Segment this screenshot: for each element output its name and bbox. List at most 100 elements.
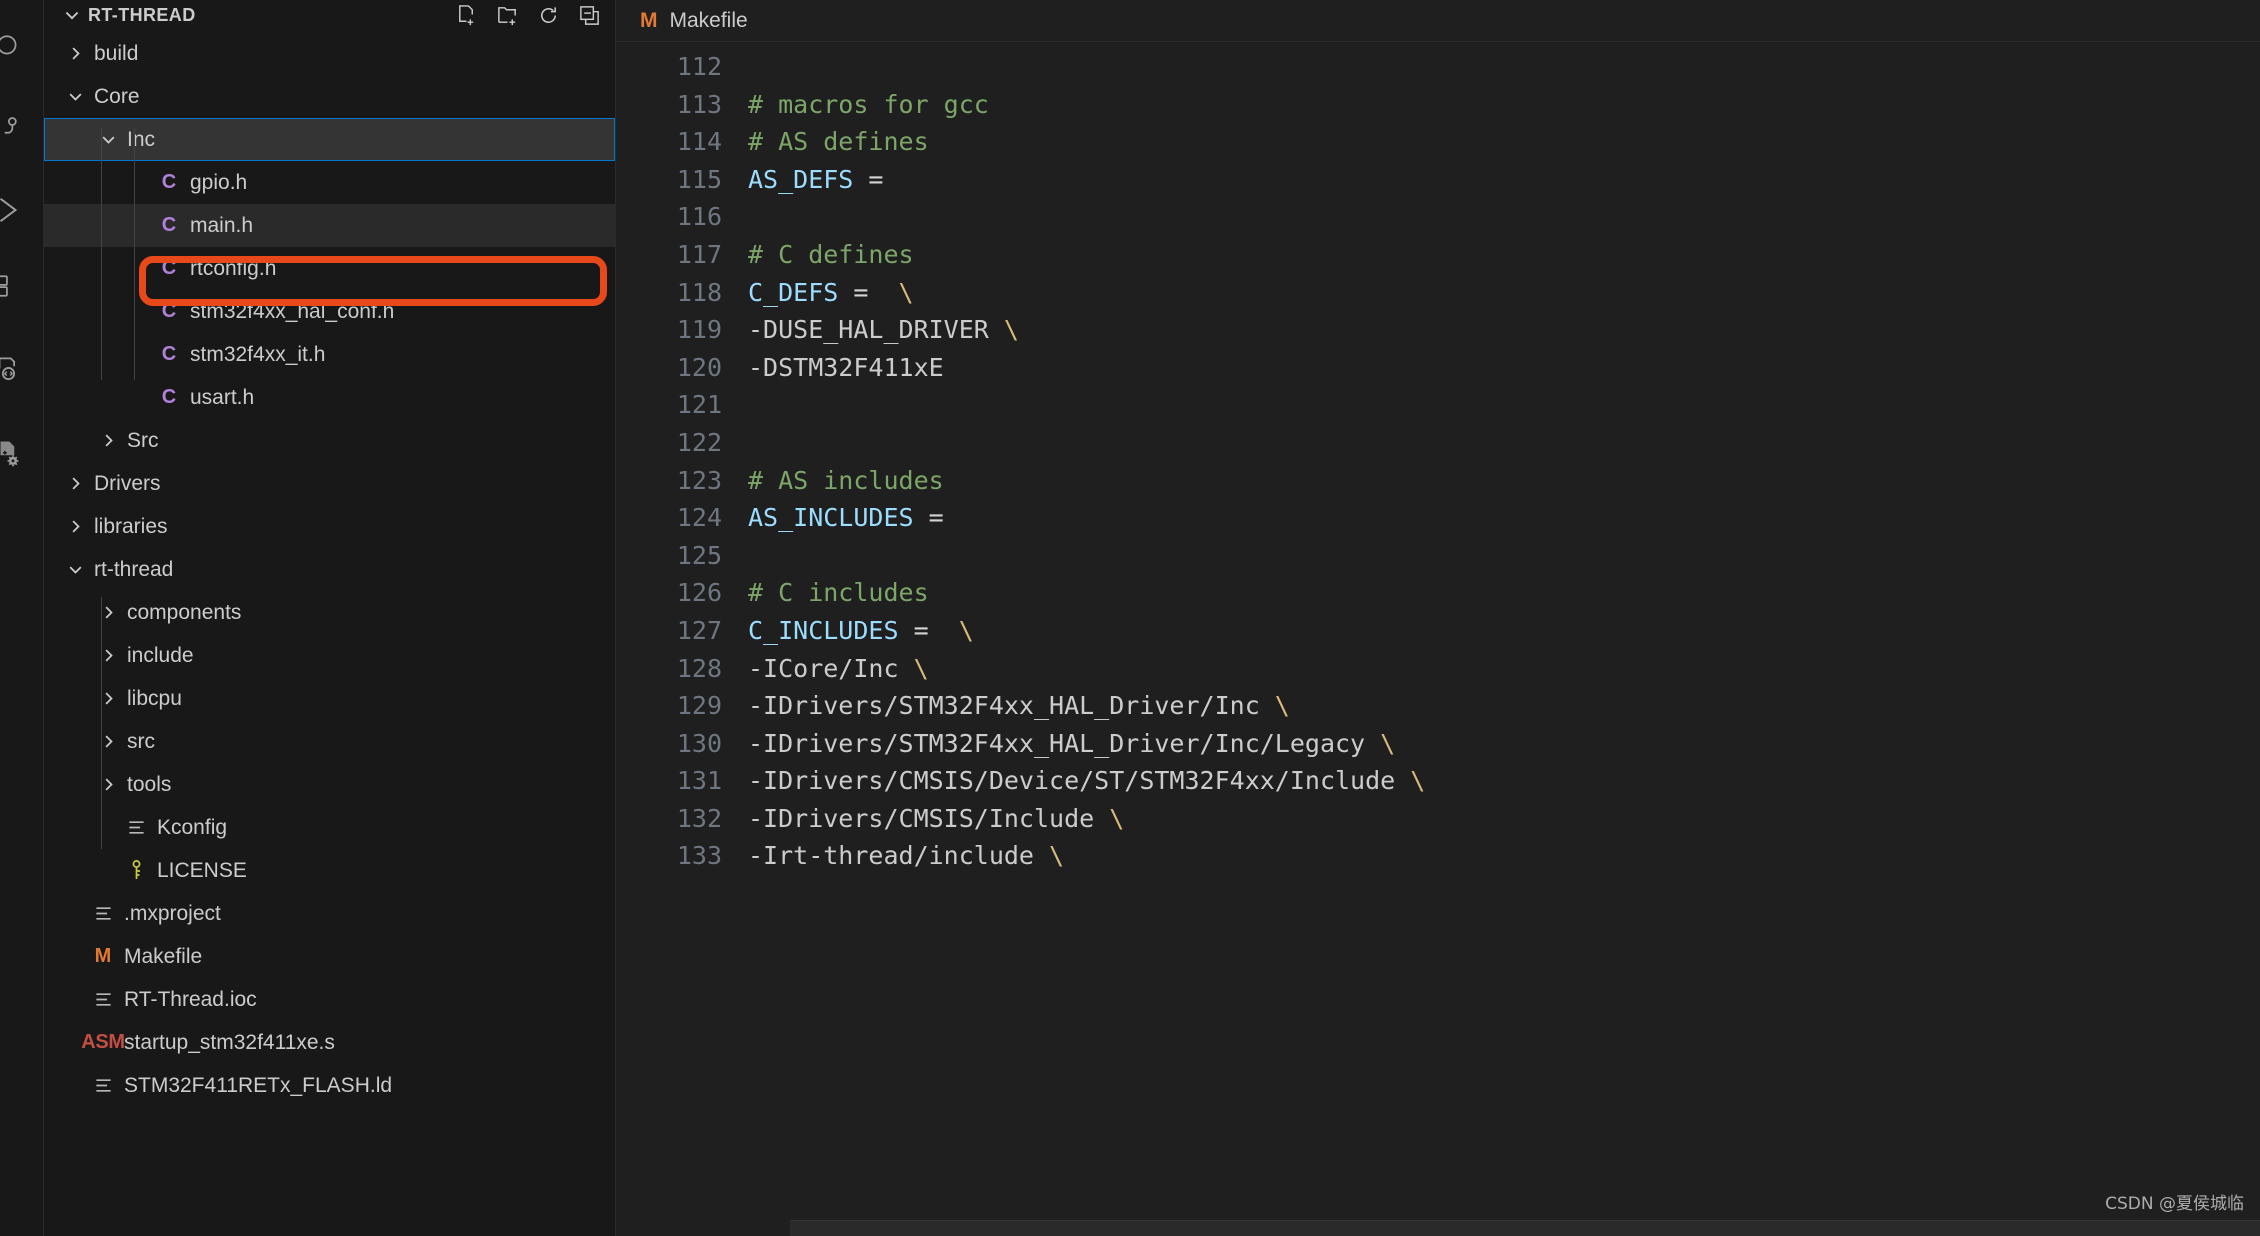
run-debug-icon[interactable] bbox=[0, 188, 30, 232]
tree-row[interactable]: rt-thread bbox=[44, 548, 615, 591]
collapse-folders-icon[interactable] bbox=[577, 3, 601, 27]
tree-row[interactable]: LICENSE bbox=[44, 849, 615, 892]
asm-file-icon: ASM bbox=[88, 1031, 118, 1054]
tree-row[interactable]: tools bbox=[44, 763, 615, 806]
line-number: 131 bbox=[616, 762, 748, 800]
code-line-text: -Irt-thread/include \ bbox=[748, 837, 2260, 875]
chevron-down-icon[interactable] bbox=[95, 118, 121, 161]
refresh-explorer-icon[interactable] bbox=[536, 3, 560, 27]
line-number: 132 bbox=[616, 800, 748, 838]
tree-row-label: Makefile bbox=[118, 945, 202, 969]
chevron-right-icon[interactable] bbox=[95, 419, 121, 462]
tab-makefile[interactable]: M Makefile bbox=[616, 0, 766, 42]
tree-row[interactable]: ASMstartup_stm32f411xe.s bbox=[44, 1021, 615, 1064]
tree-row[interactable]: libcpu bbox=[44, 677, 615, 720]
indent-guide bbox=[101, 128, 102, 380]
line-number: 113 bbox=[616, 86, 748, 124]
tree-row[interactable]: Cmain.h bbox=[44, 204, 615, 247]
source-control-icon[interactable] bbox=[0, 106, 30, 150]
chevron-down-icon[interactable] bbox=[62, 75, 88, 118]
license-key-icon bbox=[121, 860, 151, 882]
line-number: 118 bbox=[616, 274, 748, 312]
code-token-op: = bbox=[853, 278, 868, 307]
tree-row[interactable]: Src bbox=[44, 419, 615, 462]
tree-row-label: stm32f4xx_hal_conf.h bbox=[184, 300, 394, 324]
chevron-right-icon[interactable] bbox=[95, 634, 121, 677]
line-number: 128 bbox=[616, 650, 748, 688]
tree-row-label: usart.h bbox=[184, 386, 254, 410]
editor-horizontal-scrollbar[interactable] bbox=[790, 1220, 2260, 1236]
chevron-right-icon[interactable] bbox=[95, 720, 121, 763]
tree-row[interactable]: STM32F411RETx_FLASH.ld bbox=[44, 1064, 615, 1107]
explorer-twisty-icon[interactable] bbox=[62, 5, 88, 25]
tree-row[interactable]: src bbox=[44, 720, 615, 763]
code-token-cont: \ bbox=[1275, 691, 1290, 720]
code-line: 130-IDrivers/STM32F4xx_HAL_Driver/Inc/Le… bbox=[616, 725, 2260, 763]
line-number: 125 bbox=[616, 537, 748, 575]
tree-row-label: rt-thread bbox=[88, 558, 173, 582]
tree-row-label: Core bbox=[88, 85, 140, 109]
tree-row[interactable]: MMakefile bbox=[44, 935, 615, 978]
tree-row[interactable]: Cstm32f4xx_it.h bbox=[44, 333, 615, 376]
code-content[interactable]: 112113# macros for gcc114# AS defines115… bbox=[616, 42, 2260, 875]
code-token-plain: -IDrivers/STM32F4xx_HAL_Driver/Inc/Legac… bbox=[748, 729, 1380, 758]
line-number: 130 bbox=[616, 725, 748, 763]
remote-explorer-icon[interactable] bbox=[0, 346, 30, 390]
line-number: 120 bbox=[616, 349, 748, 387]
tree-row-label: Inc bbox=[121, 128, 155, 152]
chevron-right-icon[interactable] bbox=[62, 462, 88, 505]
tree-row-label: .mxproject bbox=[118, 902, 221, 926]
tree-row[interactable]: Crtconfig.h bbox=[44, 247, 615, 290]
code-token-plain bbox=[929, 616, 959, 645]
search-icon[interactable] bbox=[0, 24, 30, 68]
code-line-text: AS_DEFS = bbox=[748, 161, 2260, 199]
code-token-cont: \ bbox=[1049, 841, 1064, 870]
explorer-root-title[interactable]: RT-THREAD bbox=[88, 5, 454, 26]
chevron-down-icon[interactable] bbox=[62, 548, 88, 591]
tree-row[interactable]: components bbox=[44, 591, 615, 634]
code-token-plain: -IDrivers/CMSIS/Device/ST/STM32F4xx/Incl… bbox=[748, 766, 1410, 795]
tree-row[interactable]: Cstm32f4xx_hal_conf.h bbox=[44, 290, 615, 333]
indent-guide bbox=[134, 128, 135, 380]
csdn-watermark: CSDN @夏侯城临 bbox=[2105, 1189, 2244, 1214]
code-token-cont: \ bbox=[1109, 804, 1124, 833]
chevron-right-icon[interactable] bbox=[95, 677, 121, 720]
line-number: 124 bbox=[616, 499, 748, 537]
chevron-right-icon[interactable] bbox=[62, 505, 88, 548]
code-line: 116 bbox=[616, 198, 2260, 236]
chevron-right-icon[interactable] bbox=[95, 591, 121, 634]
code-line: 133-Irt-thread/include \ bbox=[616, 837, 2260, 875]
new-file-icon[interactable] bbox=[454, 3, 478, 27]
tree-row[interactable]: Drivers bbox=[44, 462, 615, 505]
extensions-icon[interactable] bbox=[0, 264, 30, 308]
text-file-icon bbox=[88, 904, 118, 923]
code-token-cont: \ bbox=[959, 616, 974, 645]
chevron-right-icon[interactable] bbox=[95, 763, 121, 806]
line-number: 117 bbox=[616, 236, 748, 274]
cmake-tools-icon[interactable] bbox=[0, 432, 30, 476]
tree-row[interactable]: Cgpio.h bbox=[44, 161, 615, 204]
tree-row[interactable]: Inc bbox=[44, 118, 615, 161]
line-number: 133 bbox=[616, 837, 748, 875]
tab-label: Makefile bbox=[670, 9, 748, 33]
tree-row[interactable]: Kconfig bbox=[44, 806, 615, 849]
code-line: 118C_DEFS = \ bbox=[616, 274, 2260, 312]
code-line-text: AS_INCLUDES = bbox=[748, 499, 2260, 537]
tree-row[interactable]: libraries bbox=[44, 505, 615, 548]
chevron-right-icon[interactable] bbox=[62, 32, 88, 75]
new-folder-icon[interactable] bbox=[495, 3, 519, 27]
code-token-comment: # macros for gcc bbox=[748, 90, 989, 119]
makefile-icon: M bbox=[640, 9, 658, 33]
tree-row[interactable]: .mxproject bbox=[44, 892, 615, 935]
code-line-text: -IDrivers/STM32F4xx_HAL_Driver/Inc \ bbox=[748, 687, 2260, 725]
editor-area: M Makefile 112113# macros for gcc114# AS… bbox=[616, 0, 2260, 1236]
tree-row[interactable]: Cusart.h bbox=[44, 376, 615, 419]
tree-row[interactable]: build bbox=[44, 32, 615, 75]
tree-row[interactable]: Core bbox=[44, 75, 615, 118]
tree-row[interactable]: include bbox=[44, 634, 615, 677]
code-token-plain: -IDrivers/CMSIS/Include bbox=[748, 804, 1109, 833]
line-number: 127 bbox=[616, 612, 748, 650]
code-line-text: C_INCLUDES = \ bbox=[748, 612, 2260, 650]
tree-row[interactable]: RT-Thread.ioc bbox=[44, 978, 615, 1021]
tree-row-label: STM32F411RETx_FLASH.ld bbox=[118, 1074, 392, 1098]
